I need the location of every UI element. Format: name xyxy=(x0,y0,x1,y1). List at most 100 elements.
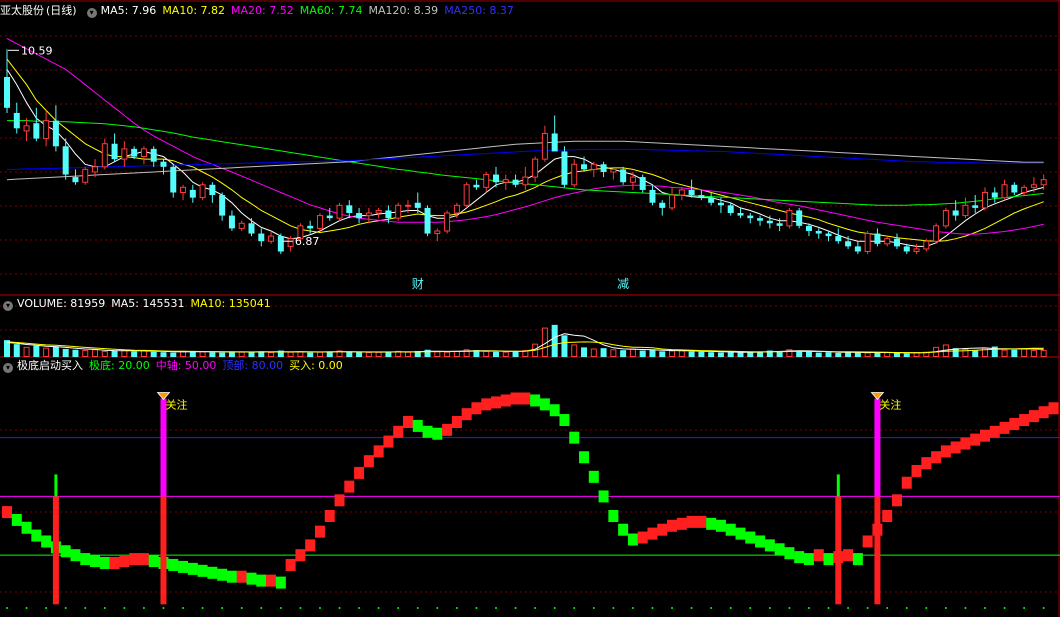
event-label: 减 xyxy=(617,277,629,291)
indicator-block xyxy=(21,521,32,534)
candle-body-down xyxy=(385,210,392,219)
volume-bar-down xyxy=(737,352,744,357)
volume-ma10-line xyxy=(6,341,1044,354)
candle-body-down xyxy=(972,205,979,208)
volume-bar-up xyxy=(43,347,50,357)
baseline-dot xyxy=(984,607,986,609)
volume-bar-up xyxy=(884,352,891,357)
price-panel[interactable]: 10.59 6.87 财 减 xyxy=(4,38,1047,292)
volume-bar-down xyxy=(825,352,832,357)
indicator-block xyxy=(862,535,873,548)
volume-bar-down xyxy=(796,351,803,357)
indicator-block xyxy=(510,392,521,405)
ma20-label: MA20: 7.52 xyxy=(231,4,294,17)
candle-body-down xyxy=(698,195,705,198)
candle-body-down xyxy=(62,146,69,175)
candle-body-up xyxy=(629,176,636,183)
indicator-block xyxy=(187,562,198,575)
baseline-dot xyxy=(279,607,282,609)
candle-body-down xyxy=(815,230,822,234)
baseline-dot xyxy=(866,607,869,609)
candle-body-up xyxy=(669,194,676,209)
indicator-panel[interactable]: 关注 关注 xyxy=(0,392,1060,610)
candle-body-up xyxy=(571,163,578,186)
candle-body-up xyxy=(101,143,108,168)
price-ma5-line xyxy=(6,69,1044,247)
volume-bar-down xyxy=(209,352,216,357)
candle-body-up xyxy=(43,120,50,140)
top-line-label: 顶部: 80.00 xyxy=(222,359,284,372)
volume-bar-down xyxy=(248,351,255,357)
buy-signal-bar xyxy=(835,496,842,605)
volume-bar-down xyxy=(854,352,861,357)
indicator-block xyxy=(706,517,717,530)
volume-bar-down xyxy=(747,352,754,357)
indicator-block xyxy=(921,457,932,470)
baseline-dot xyxy=(671,607,674,609)
buy-signal-spike xyxy=(836,474,840,497)
baseline-dot xyxy=(299,607,302,609)
indicator-block xyxy=(90,555,101,568)
candle-body-up xyxy=(1001,184,1008,199)
indicator-block xyxy=(246,572,257,585)
candle-body-down xyxy=(639,177,646,190)
candle-body-down xyxy=(307,225,314,229)
volume-bar-down xyxy=(385,351,392,357)
volume-bar-down xyxy=(493,351,499,357)
circle-toggle-icon[interactable]: ▾ xyxy=(86,8,97,18)
indicator-block xyxy=(80,553,91,566)
baseline-dot xyxy=(807,607,810,609)
ma250-label: MA250: 8.37 xyxy=(444,4,514,17)
buy-signal-spike xyxy=(54,474,58,497)
candle-body-down xyxy=(72,177,79,183)
volume-bar-down xyxy=(111,350,118,357)
candle-body-down xyxy=(170,166,177,193)
indicator-block xyxy=(70,549,81,562)
volume-bar-down xyxy=(805,351,812,357)
baseline-dot xyxy=(221,607,224,609)
candle-body-down xyxy=(766,220,773,224)
candle-body-up xyxy=(444,212,451,232)
candle-body-up xyxy=(1040,179,1047,186)
baseline-dot xyxy=(64,607,67,609)
candle-body-up xyxy=(463,184,470,206)
candle-body-down xyxy=(659,202,666,208)
candle-body-down xyxy=(991,192,998,198)
volume-bar-down xyxy=(170,352,177,357)
indicator-block xyxy=(784,547,795,560)
candle-body-down xyxy=(845,241,852,247)
indicator-block xyxy=(217,568,228,581)
candle-body-down xyxy=(258,233,265,242)
candle-body-down xyxy=(796,210,803,226)
circle-toggle-icon[interactable]: ▾ xyxy=(3,301,13,311)
baseline-dot xyxy=(1003,607,1006,609)
volume-bar-down xyxy=(659,351,666,357)
baseline-dot xyxy=(201,607,204,609)
candle-body-up xyxy=(962,204,969,217)
candle-body-up xyxy=(336,204,343,219)
candle-body-down xyxy=(805,225,812,231)
volume-bar-up xyxy=(610,349,617,357)
indicator-block xyxy=(11,513,22,526)
indicator-block xyxy=(931,451,942,464)
baseline-dot xyxy=(651,607,654,609)
candle-body-down xyxy=(854,246,861,252)
candle-body-down xyxy=(248,223,255,234)
baseline-dot xyxy=(1042,607,1045,609)
indicator-block xyxy=(197,564,208,577)
baseline-dot xyxy=(729,607,732,609)
indicator-block xyxy=(989,425,1000,438)
circle-toggle-icon[interactable]: ▾ xyxy=(3,363,13,373)
volume-bar-up xyxy=(1040,349,1047,357)
volume-bar-down xyxy=(307,352,314,357)
indicator-block xyxy=(569,431,580,444)
volume-bar-down xyxy=(727,352,734,357)
indicator-block xyxy=(226,570,237,583)
candle-body-up xyxy=(502,179,509,183)
indicator-block xyxy=(676,517,687,530)
candle-body-up xyxy=(1030,184,1037,188)
indicator-block xyxy=(236,570,247,583)
baseline-dot xyxy=(944,607,947,609)
chart-stage: 10.59 6.87 财减 关注 关注 亚太股份 (日线) ▾ MA5: 7.96 MA10:… xyxy=(0,0,1060,617)
indicator-block xyxy=(314,525,325,538)
